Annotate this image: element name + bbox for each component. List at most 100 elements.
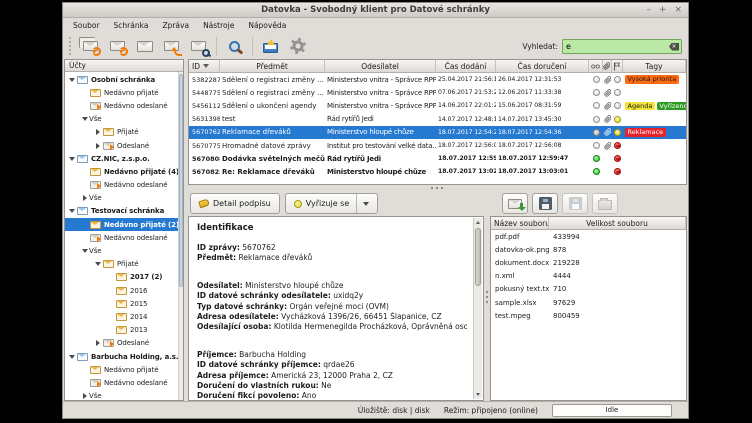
menu-schranka[interactable]: Schránka [107,19,156,32]
minimize-button[interactable]: – [646,4,651,16]
scrollbar-thumb[interactable] [475,228,481,286]
read-status-icon[interactable] [589,60,603,73]
flag-icon[interactable] [612,60,623,73]
attachment-row[interactable]: test.mpeg800459 [491,309,686,322]
message-sender: Ministerstvo hloupé chůze [325,168,436,176]
search-input[interactable] [563,40,681,53]
tree-item[interactable]: Odeslané [65,337,183,350]
menu-soubor[interactable]: Soubor [66,19,107,32]
download-message-icon[interactable] [105,35,130,57]
column-header-sender[interactable]: Odesílatel [325,60,436,73]
tree-item[interactable]: Nedávno přijaté [65,86,183,99]
expander-closed-icon[interactable] [80,195,89,201]
attachment-row[interactable]: pdf.pdf433994 [491,230,686,243]
attachment-row[interactable]: sample.xlsx97629 [491,296,686,309]
upload-databox-icon[interactable] [258,35,283,57]
tree-item[interactable]: Nedávno přijaté (2) [65,218,183,231]
expander-open-icon[interactable] [93,262,102,266]
message-subject: Sdělení o registraci změny ... [220,76,325,84]
scrollbar-thumb[interactable] [179,74,183,287]
column-header-tags[interactable]: Tagy [623,60,686,73]
tree-item[interactable]: Nedávno odeslané [65,99,183,112]
column-header-filesize[interactable]: Velikost souboru [549,217,686,230]
verify-message-icon[interactable] [186,35,211,57]
attachment-row[interactable]: dokument.docx219228 [491,256,686,269]
menu-nastroje[interactable]: Nástroje [196,19,241,32]
tree-item[interactable]: Nedávno odeslané [65,376,183,389]
message-row[interactable]: 5456112Sdělení o ukončení agendyMinister… [189,99,686,112]
tree-item[interactable]: Přijaté [65,126,183,139]
message-row[interactable]: 5670808Dodávka světelných mečůŘád rytířů… [189,152,686,165]
column-header-subject[interactable]: Předmět [220,60,325,73]
maximize-button[interactable]: + [659,4,667,16]
tree-item[interactable]: Odeslané [65,139,183,152]
tree-item[interactable]: Vše [65,390,183,401]
message-row[interactable]: 5448775Sdělení o registraci změny ...Min… [189,86,686,99]
tree-item[interactable]: Nedávno odeslané [65,179,183,192]
signature-detail-button[interactable]: Detail podpisu [190,193,280,214]
message-row[interactable]: 5670775Hromadné datové zprávyInstitut pr… [189,139,686,152]
tree-item[interactable]: 2013 [65,324,183,337]
message-row[interactable]: 5670825Re: Reklamace dřevákůMinisterstvo… [189,165,686,178]
tree-item[interactable]: Nedávno přijaté (4) [65,165,183,178]
attachment-save-button[interactable] [532,193,558,214]
tree-item[interactable]: 2014 [65,310,183,323]
attachment-icon[interactable] [603,60,612,73]
attachment-open-button[interactable] [502,193,528,214]
expander-open-icon[interactable] [80,249,89,253]
message-state-button[interactable]: Vyřizuje se [285,193,379,214]
reply-icon[interactable] [159,35,184,57]
menu-napoveda[interactable]: Nápověda [241,19,293,32]
close-button[interactable]: × [674,4,682,16]
state-dropdown[interactable] [356,194,369,213]
settings-gear-icon[interactable] [285,35,310,57]
menu-zprava[interactable]: Zpráva [155,19,196,32]
scroll-down-button[interactable] [474,390,482,399]
message-row[interactable]: 5631398testŘád rytířů Jedi14.07.2017 12:… [189,113,686,126]
expander-open-icon[interactable] [67,78,76,82]
tree-item[interactable]: 2017 (2) [65,271,183,284]
expander-open-icon[interactable] [67,209,76,213]
bottom-area: Detail podpisu Vyřizuje se Identifikace … [188,191,687,401]
tree-item[interactable]: Nedávno odeslané [65,231,183,244]
attachment-row[interactable]: pokusný text.txt710 [491,283,686,296]
tree-item[interactable]: Přijaté [65,258,183,271]
title-bar[interactable]: Datovka - Svobodný klient pro Datové sch… [63,3,688,18]
tree-item[interactable]: Vše [65,192,183,205]
expander-closed-icon[interactable] [80,393,89,399]
expander-closed-icon[interactable] [93,143,102,149]
message-row[interactable]: 5670762Reklamace dřevákůMinisterstvo hlo… [189,126,686,139]
expander-closed-icon[interactable] [93,340,102,346]
new-message-icon[interactable] [132,35,157,57]
column-header-delivered[interactable]: Čas dodání [436,60,496,73]
detail-group: Příjemce: Barbucha HoldingID datové schr… [197,350,467,401]
tree-item[interactable]: Testovací schránka [65,205,183,218]
column-header-filename[interactable]: Název souboru [491,217,549,230]
tree-item[interactable]: 2016 [65,284,183,297]
detail-scrollbar[interactable] [473,218,482,399]
accounts-header[interactable]: Účty [65,60,183,72]
tree-item[interactable]: Nedávno přijaté [65,363,183,376]
column-header-id[interactable]: ID [189,60,220,73]
toolbar-handle[interactable] [69,37,73,55]
status-red-icon [614,142,621,149]
download-all-messages-icon[interactable] [78,35,103,57]
expander-open-icon[interactable] [80,117,89,121]
attachment-row[interactable]: datovka-ok.png878 [491,243,686,256]
expander-open-icon[interactable] [67,355,76,359]
search-messages-icon[interactable] [222,35,247,57]
tree-item[interactable]: CZ.NIC, z.s.p.o. [65,152,183,165]
expander-closed-icon[interactable] [93,129,102,135]
tree-item[interactable]: 2015 [65,297,183,310]
attachment-row[interactable]: n.xml4444 [491,270,686,283]
message-row[interactable]: 5382287Sdělení o registraci změny ...Min… [189,73,686,86]
accounts-scrollbar[interactable] [178,72,183,400]
scroll-up-button[interactable] [474,218,482,227]
expander-open-icon[interactable] [67,157,76,161]
tree-item[interactable]: Vše [65,113,183,126]
tree-item[interactable]: Osobní schránka [65,73,183,86]
tree-item[interactable]: Vše [65,244,183,257]
column-header-accepted[interactable]: Čas doručení [496,60,589,73]
tree-item[interactable]: Barbucha Holding, a.s. [65,350,183,363]
read-status-cell [589,73,603,86]
